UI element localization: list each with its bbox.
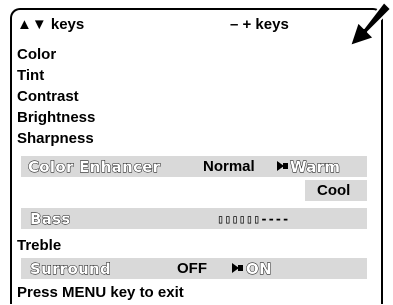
exit-hint: Press MENU key to exit [17,284,184,301]
up-down-keys-hint: ▲▼ keys [17,16,85,33]
bass-row[interactable] [21,208,367,229]
surround-on[interactable]: ON [246,260,273,279]
option-cool[interactable]: Cool [317,182,350,200]
option-warm[interactable]: Warm [290,158,341,177]
menu-item-color[interactable]: Color [17,46,56,64]
bass-label: Bass [30,210,71,229]
bass-level-bar: ▯▯▯▯▯▯---- [217,212,290,226]
surround-off[interactable]: OFF [177,260,207,278]
surround-label: Surround [30,260,112,279]
option-normal[interactable]: Normal [203,158,255,176]
pointing-arrow-icon [344,0,393,56]
menu-item-tint[interactable]: Tint [17,67,44,85]
selection-arrow-icon [275,156,289,181]
selection-arrow-icon [230,258,244,283]
minus-plus-keys-hint: – + keys [230,16,289,33]
menu-item-contrast[interactable]: Contrast [17,88,79,106]
color-enhancer-label: Color Enhancer [28,158,161,177]
menu-item-brightness[interactable]: Brightness [17,109,95,127]
menu-item-sharpness[interactable]: Sharpness [17,130,94,148]
menu-item-treble[interactable]: Treble [17,237,61,255]
